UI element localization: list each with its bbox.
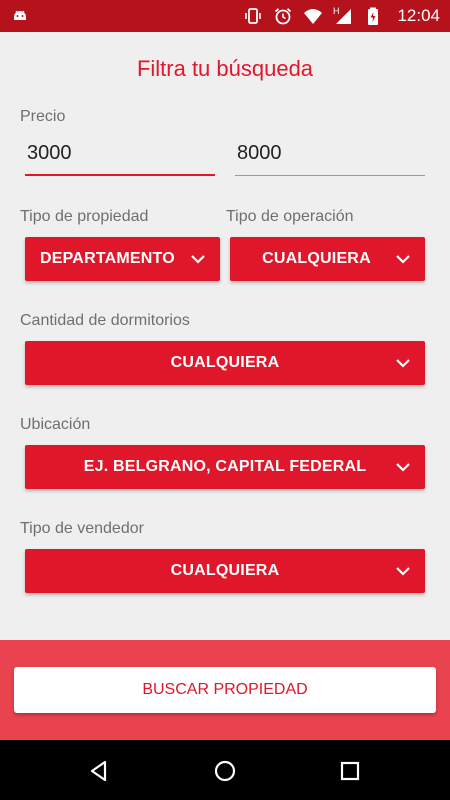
- vibrate-icon: [245, 8, 262, 24]
- back-icon[interactable]: [86, 758, 112, 784]
- location-label: Ubicación: [20, 416, 91, 433]
- chevron-down-icon: [396, 463, 410, 472]
- property-type-value: DEPARTAMENTO: [40, 250, 175, 267]
- bedrooms-label: Cantidad de dormitorios: [20, 312, 190, 329]
- status-bar: H 12:04: [0, 0, 450, 32]
- bottom-panel: BUSCAR PROPIEDAD: [0, 640, 450, 740]
- wifi-icon: [304, 9, 323, 24]
- home-icon[interactable]: [212, 758, 238, 784]
- chevron-down-icon: [396, 567, 410, 576]
- price-label: Precio: [20, 108, 66, 125]
- page-title: Filtra tu búsqueda: [136, 56, 314, 81]
- seller-type-label: Tipo de vendedor: [20, 520, 144, 537]
- alarm-icon: [275, 8, 292, 25]
- price-min-input[interactable]: 3000: [25, 136, 215, 176]
- status-time: 12:04: [397, 6, 440, 25]
- chevron-down-icon: [396, 255, 410, 264]
- navigation-bar: [0, 740, 450, 800]
- operation-type-value: CUALQUIERA: [262, 250, 371, 267]
- bedrooms-value: CUALQUIERA: [170, 354, 280, 371]
- seller-type-dropdown[interactable]: CUALQUIERA: [25, 549, 425, 593]
- location-value: EJ. BELGRANO, CAPITAL FEDERAL: [83, 458, 367, 475]
- property-type-dropdown[interactable]: DEPARTAMENTO: [25, 237, 220, 281]
- android-icon: [14, 10, 26, 20]
- search-property-button[interactable]: BUSCAR PROPIEDAD: [14, 667, 436, 713]
- svg-text:H: H: [333, 6, 340, 16]
- price-max-input[interactable]: 8000: [235, 136, 425, 176]
- chevron-down-icon: [191, 255, 205, 264]
- property-type-label: Tipo de propiedad: [20, 208, 149, 225]
- operation-type-dropdown[interactable]: CUALQUIERA: [230, 237, 425, 281]
- location-dropdown[interactable]: EJ. BELGRANO, CAPITAL FEDERAL: [25, 445, 425, 489]
- recents-icon[interactable]: [337, 758, 363, 784]
- bedrooms-dropdown[interactable]: CUALQUIERA: [25, 341, 425, 385]
- battery-icon: [368, 7, 379, 25]
- chevron-down-icon: [396, 359, 410, 368]
- operation-type-label: Tipo de operación: [226, 208, 354, 225]
- seller-type-value: CUALQUIERA: [170, 562, 280, 579]
- signal-icon: H: [333, 6, 352, 24]
